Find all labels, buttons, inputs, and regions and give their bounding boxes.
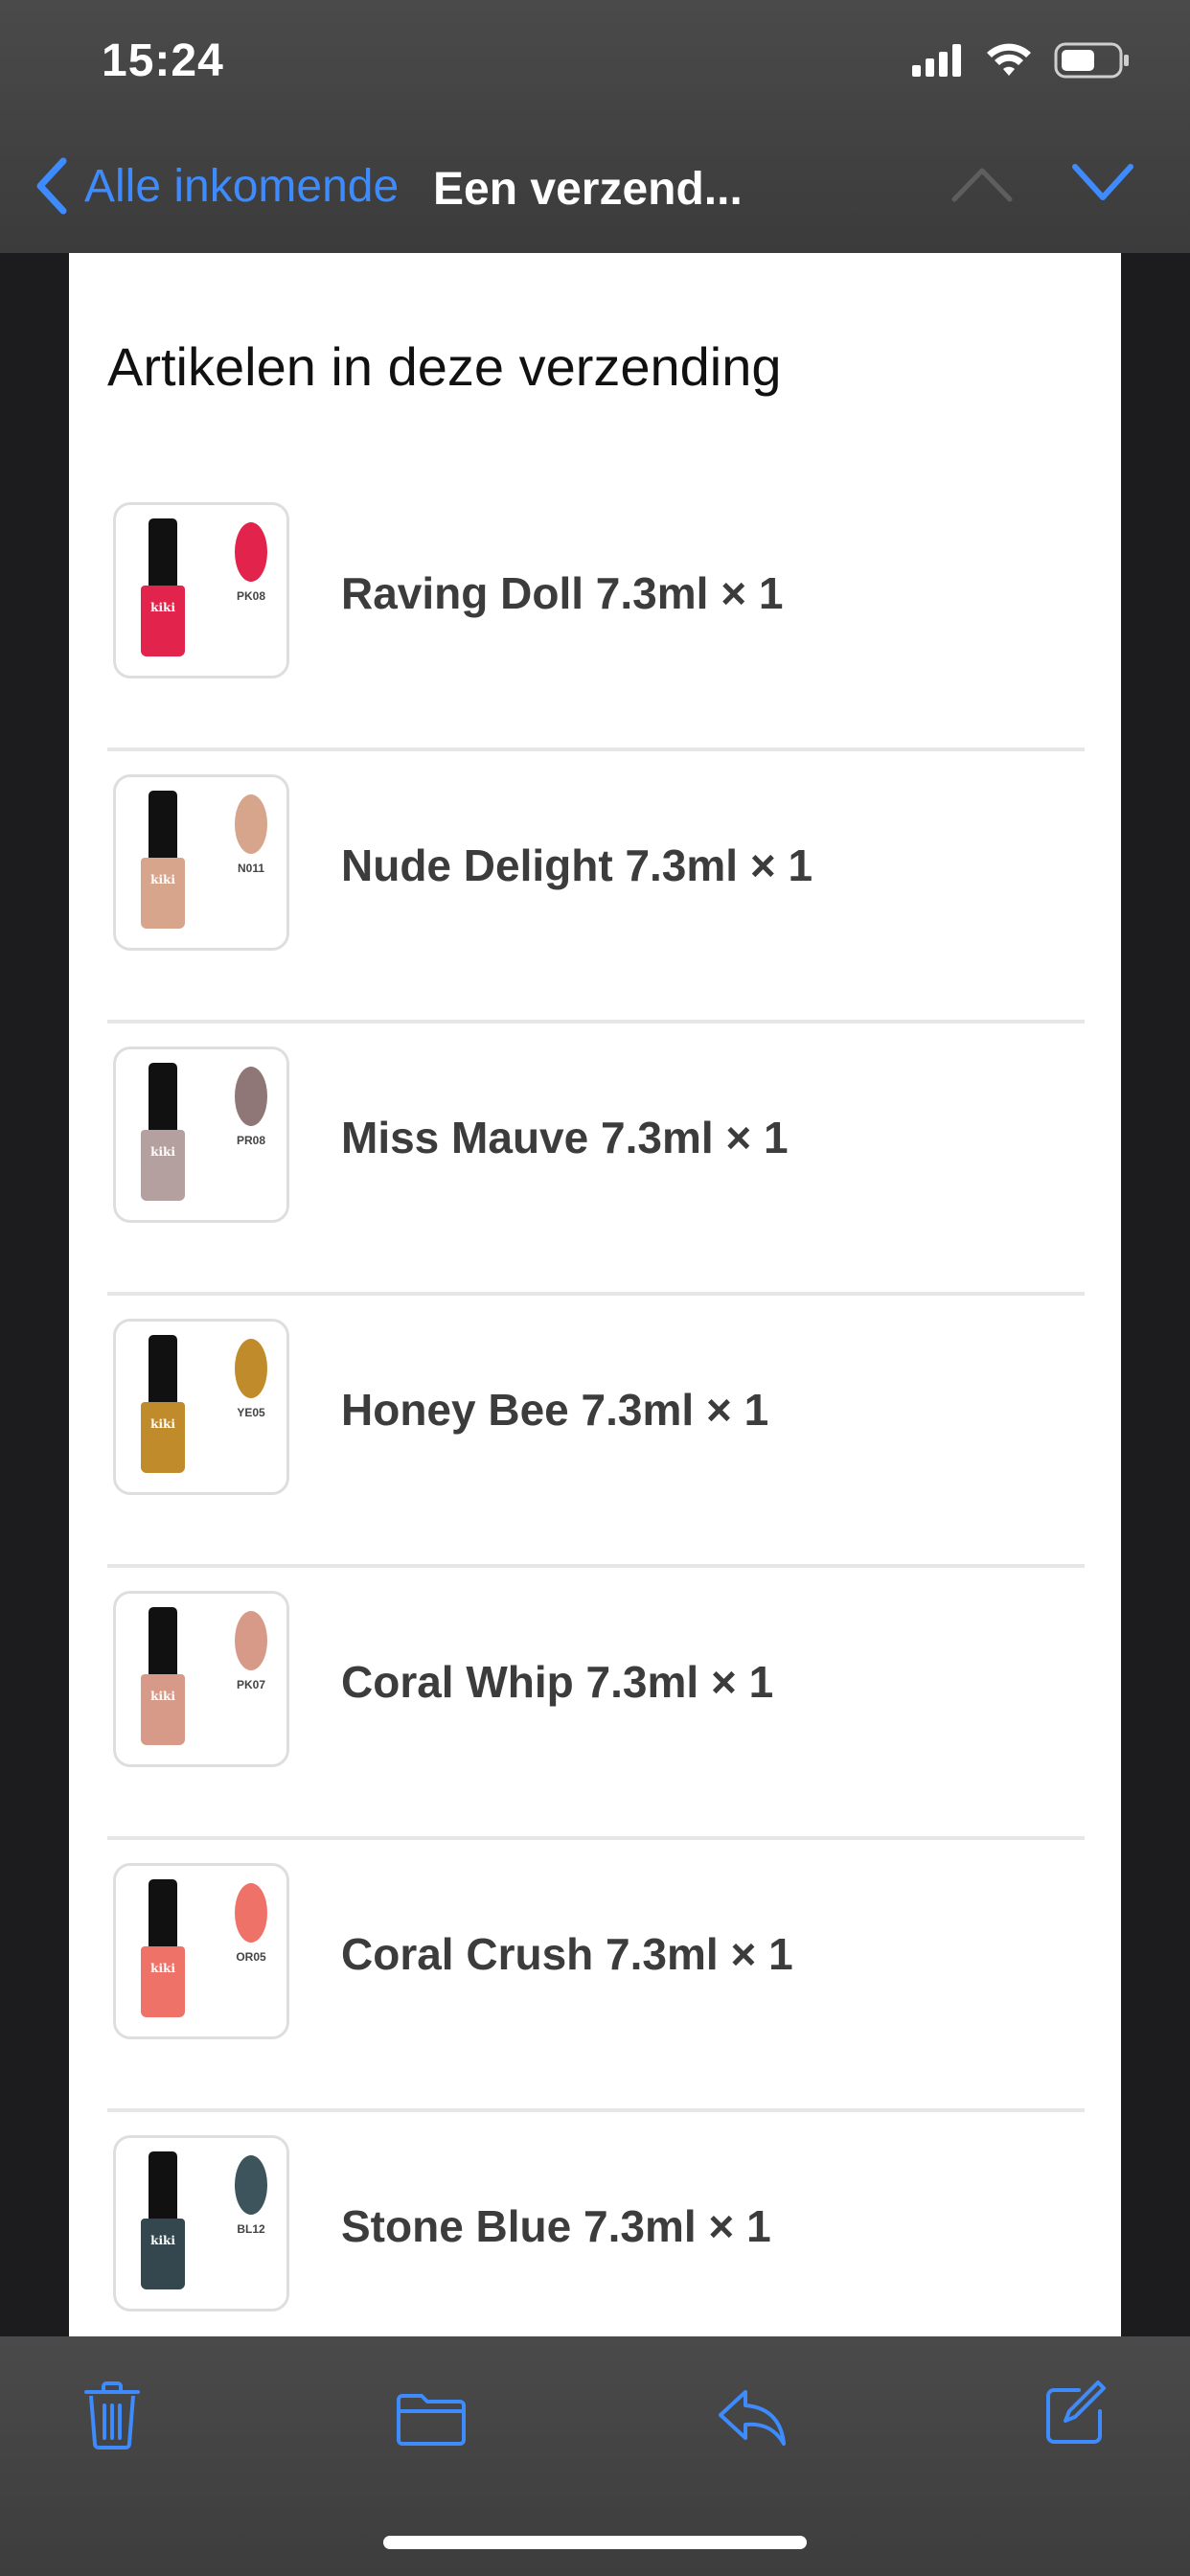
brand-logo: kiki — [150, 2234, 175, 2247]
brand-logo: kiki — [150, 1145, 175, 1159]
delete-button[interactable] — [82, 2380, 142, 2454]
next-message-button[interactable] — [1071, 161, 1134, 208]
bottle-body — [141, 1674, 185, 1745]
bottle-cap — [149, 1607, 177, 1676]
color-swatch — [235, 522, 267, 582]
bottle-body — [141, 1402, 185, 1473]
bottle-body — [141, 1946, 185, 2017]
section-heading: Artikelen in deze verzending — [107, 336, 782, 397]
chevron-left-icon — [36, 157, 67, 215]
color-swatch — [235, 1067, 267, 1126]
item-label[interactable]: Coral Whip 7.3ml × 1 — [341, 1656, 773, 1708]
bottle-cap — [149, 791, 177, 860]
list-item[interactable]: kiki OR05 Coral Crush 7.3ml × 1 — [107, 1840, 1085, 2112]
previous-message-button[interactable] — [950, 165, 1014, 208]
color-swatch — [235, 2155, 267, 2215]
list-item[interactable]: kiki BL12 Stone Blue 7.3ml × 1 — [107, 2112, 1085, 2336]
product-code: N011 — [237, 862, 265, 875]
battery-icon — [1054, 42, 1129, 79]
product-image[interactable]: kiki PK07 — [113, 1591, 289, 1767]
status-time: 15:24 — [102, 35, 224, 86]
list-item[interactable]: kiki YE05 Honey Bee 7.3ml × 1 — [107, 1296, 1085, 1568]
list-item[interactable]: kiki PR08 Miss Mauve 7.3ml × 1 — [107, 1024, 1085, 1296]
mail-screen: 15:24 Alle inkomende Een verzend... Arti… — [0, 0, 1190, 2576]
color-swatch — [235, 1339, 267, 1398]
item-label[interactable]: Honey Bee 7.3ml × 1 — [341, 1384, 768, 1436]
product-code: YE05 — [237, 1406, 265, 1419]
color-swatch — [235, 794, 267, 854]
left-margin — [0, 253, 69, 2336]
status-icons — [912, 42, 1131, 79]
brand-logo: kiki — [150, 1690, 175, 1703]
item-label[interactable]: Stone Blue 7.3ml × 1 — [341, 2200, 771, 2252]
chevron-up-icon — [951, 168, 1013, 202]
color-swatch — [235, 1883, 267, 1943]
wifi-icon — [987, 43, 1031, 76]
home-indicator[interactable] — [383, 2536, 807, 2549]
cellular-signal-icon — [912, 44, 961, 77]
product-image[interactable]: kiki PR08 — [113, 1046, 289, 1223]
product-code: BL12 — [237, 2222, 265, 2236]
product-image[interactable]: kiki OR05 — [113, 1863, 289, 2039]
bottle-cap — [149, 1879, 177, 1948]
email-body[interactable]: Artikelen in deze verzending kiki PK08 R… — [69, 253, 1121, 2336]
bottle-cap — [149, 1335, 177, 1404]
item-label[interactable]: Coral Crush 7.3ml × 1 — [341, 1928, 793, 1980]
brand-logo: kiki — [150, 1417, 175, 1431]
right-margin — [1121, 253, 1190, 2336]
list-item[interactable]: kiki PK07 Coral Whip 7.3ml × 1 — [107, 1568, 1085, 1840]
list-item[interactable]: kiki PK08 Raving Doll 7.3ml × 1 — [107, 479, 1085, 751]
bottle-cap — [149, 1063, 177, 1132]
folder-icon — [397, 2394, 466, 2446]
compose-icon — [1046, 2380, 1106, 2444]
product-code: PR08 — [236, 1134, 266, 1147]
compose-button[interactable] — [1044, 2379, 1108, 2450]
back-button-label: Alle inkomende — [84, 160, 400, 212]
brand-logo: kiki — [150, 873, 175, 886]
item-label[interactable]: Nude Delight 7.3ml × 1 — [341, 840, 812, 891]
move-to-folder-button[interactable] — [395, 2390, 468, 2452]
bottle-body — [141, 2219, 185, 2289]
list-item[interactable]: kiki N011 Nude Delight 7.3ml × 1 — [107, 751, 1085, 1024]
brand-logo: kiki — [150, 1962, 175, 1975]
brand-logo: kiki — [150, 601, 175, 614]
bottle-cap — [149, 2151, 177, 2220]
trash-icon — [84, 2381, 140, 2450]
shipment-item-list: kiki PK08 Raving Doll 7.3ml × 1 kiki N01… — [107, 479, 1085, 2336]
product-image[interactable]: kiki BL12 — [113, 2135, 289, 2312]
bottle-body — [141, 858, 185, 929]
color-swatch — [235, 1611, 267, 1670]
product-image[interactable]: kiki YE05 — [113, 1319, 289, 1495]
product-image[interactable]: kiki PK08 — [113, 502, 289, 678]
page-title: Een verzend... — [433, 164, 743, 215]
item-label[interactable]: Raving Doll 7.3ml × 1 — [341, 567, 783, 619]
bottle-body — [141, 586, 185, 656]
product-code: OR05 — [236, 1950, 266, 1964]
reply-button[interactable] — [717, 2386, 788, 2452]
chevron-down-icon — [1072, 164, 1133, 200]
back-button[interactable]: Alle inkomende — [34, 157, 399, 215]
bottle-body — [141, 1130, 185, 1201]
bottle-cap — [149, 518, 177, 587]
item-label[interactable]: Miss Mauve 7.3ml × 1 — [341, 1112, 789, 1163]
product-code: PK08 — [236, 589, 266, 603]
product-image[interactable]: kiki N011 — [113, 774, 289, 951]
reply-icon — [719, 2390, 786, 2446]
top-bar: 15:24 Alle inkomende Een verzend... — [0, 0, 1190, 253]
product-code: PK07 — [236, 1678, 266, 1691]
